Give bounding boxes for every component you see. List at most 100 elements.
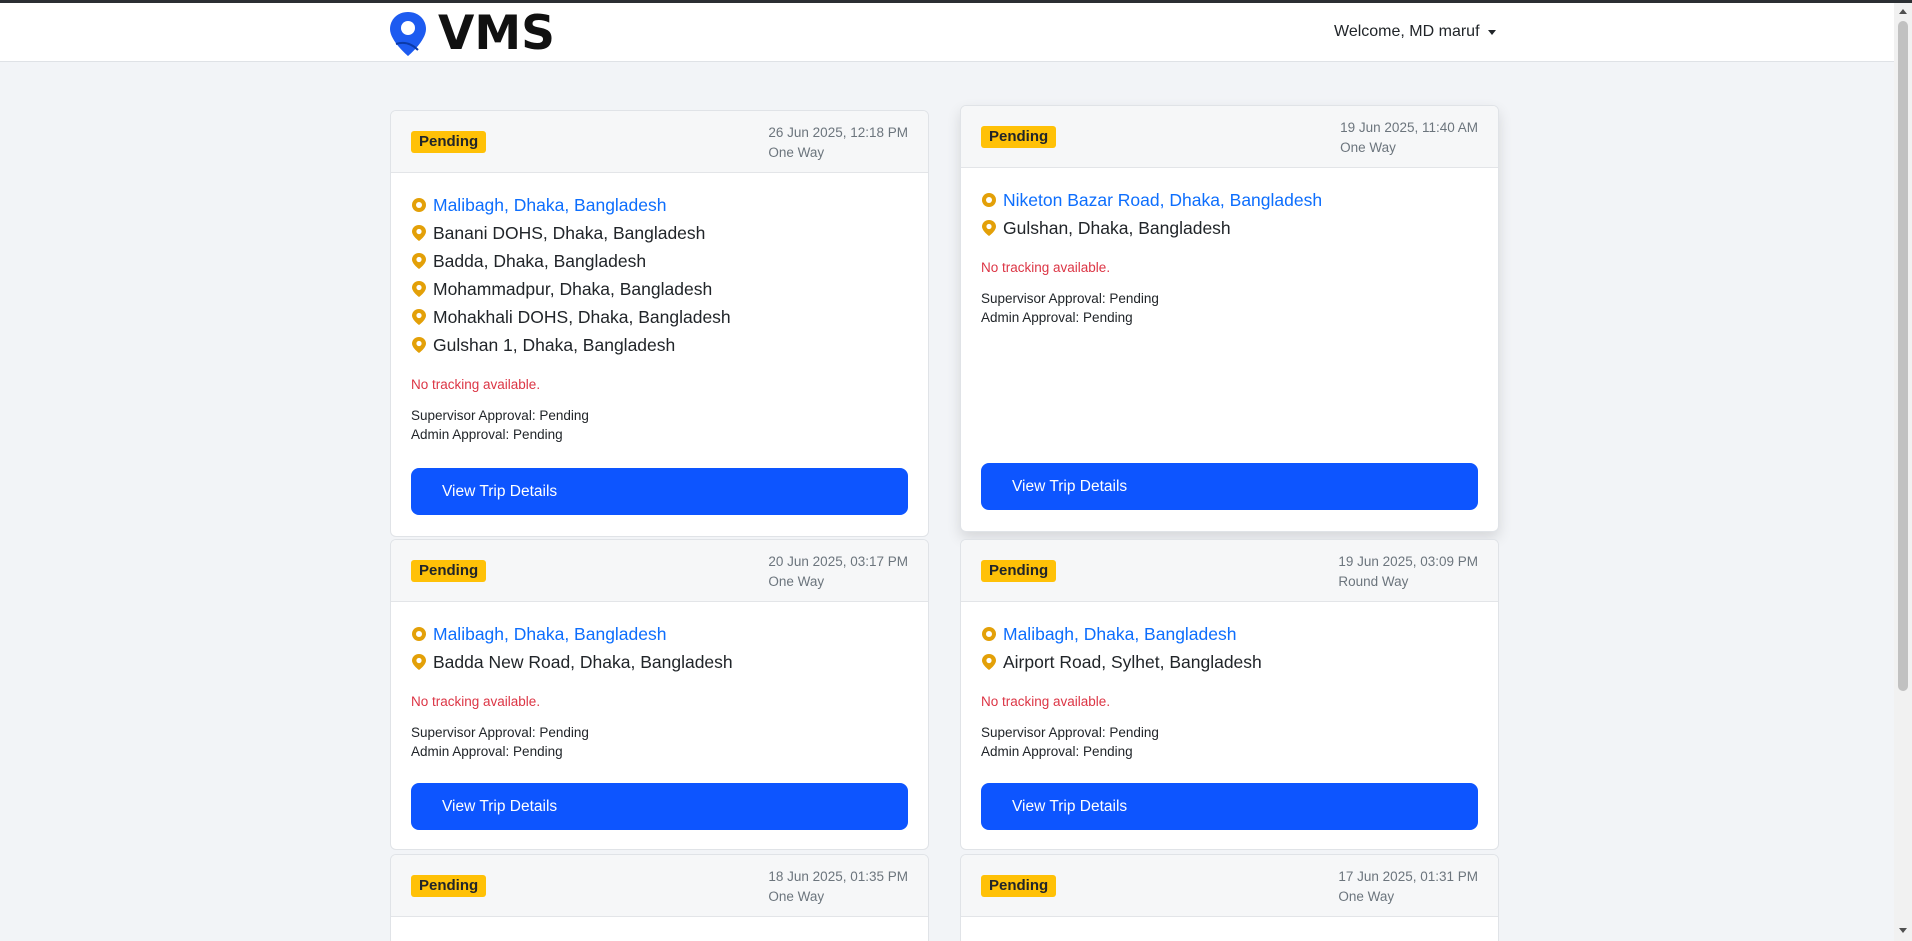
- stop-label: Banani DOHS, Dhaka, Bangladesh: [433, 222, 706, 243]
- supervisor-approval: Supervisor Approval: Pending: [981, 291, 1159, 306]
- trip-datetime: 26 Jun 2025, 12:18 PM: [768, 125, 908, 140]
- trip-card-body: Niketon Bazar Road, Dhaka, Bangladesh Gu…: [981, 186, 1478, 327]
- approvals: Supervisor Approval: Pending Admin Appro…: [981, 723, 1478, 761]
- trip-card-body: Malibagh, Dhaka, Bangladesh Banani DOHS,…: [411, 191, 908, 444]
- stop-location: Mohakhali DOHS, Dhaka, Bangladesh: [411, 303, 908, 331]
- status-badge: Pending: [411, 131, 487, 153]
- user-menu-dropdown[interactable]: Welcome, MD maruf: [1334, 23, 1496, 41]
- origin-location: Malibagh, Dhaka, Bangladesh: [411, 620, 908, 648]
- map-pin-icon: [412, 654, 426, 670]
- trip-meta: 19 Jun 2025, 11:40 AM One Way: [1340, 118, 1478, 158]
- stop-location: Gulshan 1, Dhaka, Bangladesh: [411, 331, 908, 359]
- origin-label: Malibagh, Dhaka, Bangladesh: [1003, 623, 1237, 644]
- trip-card: Pending 17 Jun 2025, 01:31 PM One Way: [960, 854, 1499, 941]
- supervisor-approval: Supervisor Approval: Pending: [411, 408, 589, 423]
- view-trip-details-button[interactable]: View Trip Details: [981, 463, 1478, 510]
- trip-card-header: Pending 19 Jun 2025, 11:40 AM One Way: [961, 106, 1498, 168]
- trip-meta: 20 Jun 2025, 03:17 PM One Way: [768, 552, 908, 592]
- navbar: VMS Welcome, MD maruf: [0, 3, 1894, 62]
- trip-card: Pending 18 Jun 2025, 01:35 PM One Way: [390, 854, 929, 941]
- stop-location: Badda New Road, Dhaka, Bangladesh: [411, 648, 908, 676]
- origin-dot-icon: [982, 627, 996, 641]
- stop-label: Gulshan, Dhaka, Bangladesh: [1003, 217, 1231, 238]
- origin-label: Malibagh, Dhaka, Bangladesh: [433, 623, 667, 644]
- map-pin-icon: [412, 253, 426, 269]
- trip-card-body: Malibagh, Dhaka, Bangladesh Badda New Ro…: [411, 620, 908, 761]
- trip-type: One Way: [1340, 140, 1396, 155]
- brand[interactable]: VMS: [388, 9, 555, 59]
- trip-card: Pending 20 Jun 2025, 03:17 PM One Way Ma…: [390, 539, 929, 850]
- supervisor-approval: Supervisor Approval: Pending: [411, 725, 589, 740]
- approvals: Supervisor Approval: Pending Admin Appro…: [411, 406, 908, 444]
- map-pin-icon: [412, 337, 426, 353]
- scroll-up-icon[interactable]: [1899, 9, 1907, 14]
- map-pin-icon: [982, 220, 996, 236]
- trip-datetime: 19 Jun 2025, 03:09 PM: [1338, 554, 1478, 569]
- status-badge: Pending: [981, 126, 1057, 148]
- trip-type: One Way: [1338, 889, 1395, 904]
- view-trip-details-button[interactable]: View Trip Details: [411, 783, 908, 830]
- trip-datetime: 20 Jun 2025, 03:17 PM: [768, 554, 908, 569]
- stop-location: Gulshan, Dhaka, Bangladesh: [981, 214, 1478, 242]
- stop-label: Airport Road, Sylhet, Bangladesh: [1003, 651, 1262, 672]
- status-badge: Pending: [981, 875, 1057, 897]
- status-badge: Pending: [411, 875, 487, 897]
- stop-label: Mohakhali DOHS, Dhaka, Bangladesh: [433, 306, 731, 327]
- map-pin-icon: [412, 225, 426, 241]
- stop-label: Badda New Road, Dhaka, Bangladesh: [433, 651, 733, 672]
- trip-datetime: 18 Jun 2025, 01:35 PM: [768, 869, 908, 884]
- scroll-down-icon[interactable]: [1899, 928, 1907, 933]
- chevron-down-icon: [1487, 29, 1496, 35]
- stop-location: Badda, Dhaka, Bangladesh: [411, 247, 908, 275]
- trip-meta: 18 Jun 2025, 01:35 PM One Way: [768, 867, 908, 907]
- trip-card-body: Malibagh, Dhaka, Bangladesh Airport Road…: [981, 620, 1478, 761]
- vertical-scrollbar[interactable]: [1894, 3, 1912, 941]
- status-badge: Pending: [411, 560, 487, 582]
- trip-card-header: Pending 26 Jun 2025, 12:18 PM One Way: [391, 111, 928, 173]
- trip-card: Pending 26 Jun 2025, 12:18 PM One Way Ma…: [390, 110, 929, 537]
- trip-card: Pending 19 Jun 2025, 03:09 PM Round Way …: [960, 539, 1499, 850]
- trip-type: One Way: [768, 889, 825, 904]
- trip-card-header: Pending 17 Jun 2025, 01:31 PM One Way: [961, 855, 1498, 917]
- tracking-status: No tracking available.: [411, 377, 541, 392]
- admin-approval: Admin Approval: Pending: [981, 310, 1133, 325]
- map-pin-icon: [412, 309, 426, 325]
- scrollbar-thumb[interactable]: [1898, 21, 1908, 691]
- view-trip-details-button[interactable]: View Trip Details: [981, 783, 1478, 830]
- brand-name: VMS: [438, 6, 555, 61]
- stop-label: Mohammadpur, Dhaka, Bangladesh: [433, 278, 713, 299]
- approvals: Supervisor Approval: Pending Admin Appro…: [411, 723, 908, 761]
- trip-card-header: Pending 19 Jun 2025, 03:09 PM Round Way: [961, 540, 1498, 602]
- admin-approval: Admin Approval: Pending: [411, 427, 563, 442]
- admin-approval: Admin Approval: Pending: [411, 744, 563, 759]
- stop-location: Airport Road, Sylhet, Bangladesh: [981, 648, 1478, 676]
- tracking-status: No tracking available.: [981, 694, 1111, 709]
- status-badge: Pending: [981, 560, 1057, 582]
- origin-dot-icon: [412, 627, 426, 641]
- user-greeting: Welcome, MD maruf: [1334, 23, 1480, 40]
- trip-type: One Way: [768, 574, 825, 589]
- stop-location: Banani DOHS, Dhaka, Bangladesh: [411, 219, 908, 247]
- trip-type: One Way: [768, 145, 825, 160]
- trip-meta: 19 Jun 2025, 03:09 PM Round Way: [1338, 552, 1478, 592]
- stop-label: Gulshan 1, Dhaka, Bangladesh: [433, 334, 676, 355]
- map-pin-icon: [412, 281, 426, 297]
- trip-meta: 17 Jun 2025, 01:31 PM One Way: [1338, 867, 1478, 907]
- trip-datetime: 19 Jun 2025, 11:40 AM: [1340, 120, 1478, 135]
- origin-dot-icon: [982, 193, 996, 207]
- trip-card: Pending 19 Jun 2025, 11:40 AM One Way Ni…: [960, 105, 1499, 532]
- approvals: Supervisor Approval: Pending Admin Appro…: [981, 289, 1478, 327]
- stop-location: Mohammadpur, Dhaka, Bangladesh: [411, 275, 908, 303]
- admin-approval: Admin Approval: Pending: [981, 744, 1133, 759]
- trip-meta: 26 Jun 2025, 12:18 PM One Way: [768, 123, 908, 163]
- origin-label: Malibagh, Dhaka, Bangladesh: [433, 194, 667, 215]
- vms-logo-icon: [390, 12, 426, 56]
- origin-location: Malibagh, Dhaka, Bangladesh: [411, 191, 908, 219]
- trip-card-header: Pending 18 Jun 2025, 01:35 PM One Way: [391, 855, 928, 917]
- view-trip-details-button[interactable]: View Trip Details: [411, 468, 908, 515]
- tracking-status: No tracking available.: [981, 260, 1111, 275]
- stop-label: Badda, Dhaka, Bangladesh: [433, 250, 647, 271]
- supervisor-approval: Supervisor Approval: Pending: [981, 725, 1159, 740]
- origin-location: Malibagh, Dhaka, Bangladesh: [981, 620, 1478, 648]
- trip-type: Round Way: [1338, 574, 1409, 589]
